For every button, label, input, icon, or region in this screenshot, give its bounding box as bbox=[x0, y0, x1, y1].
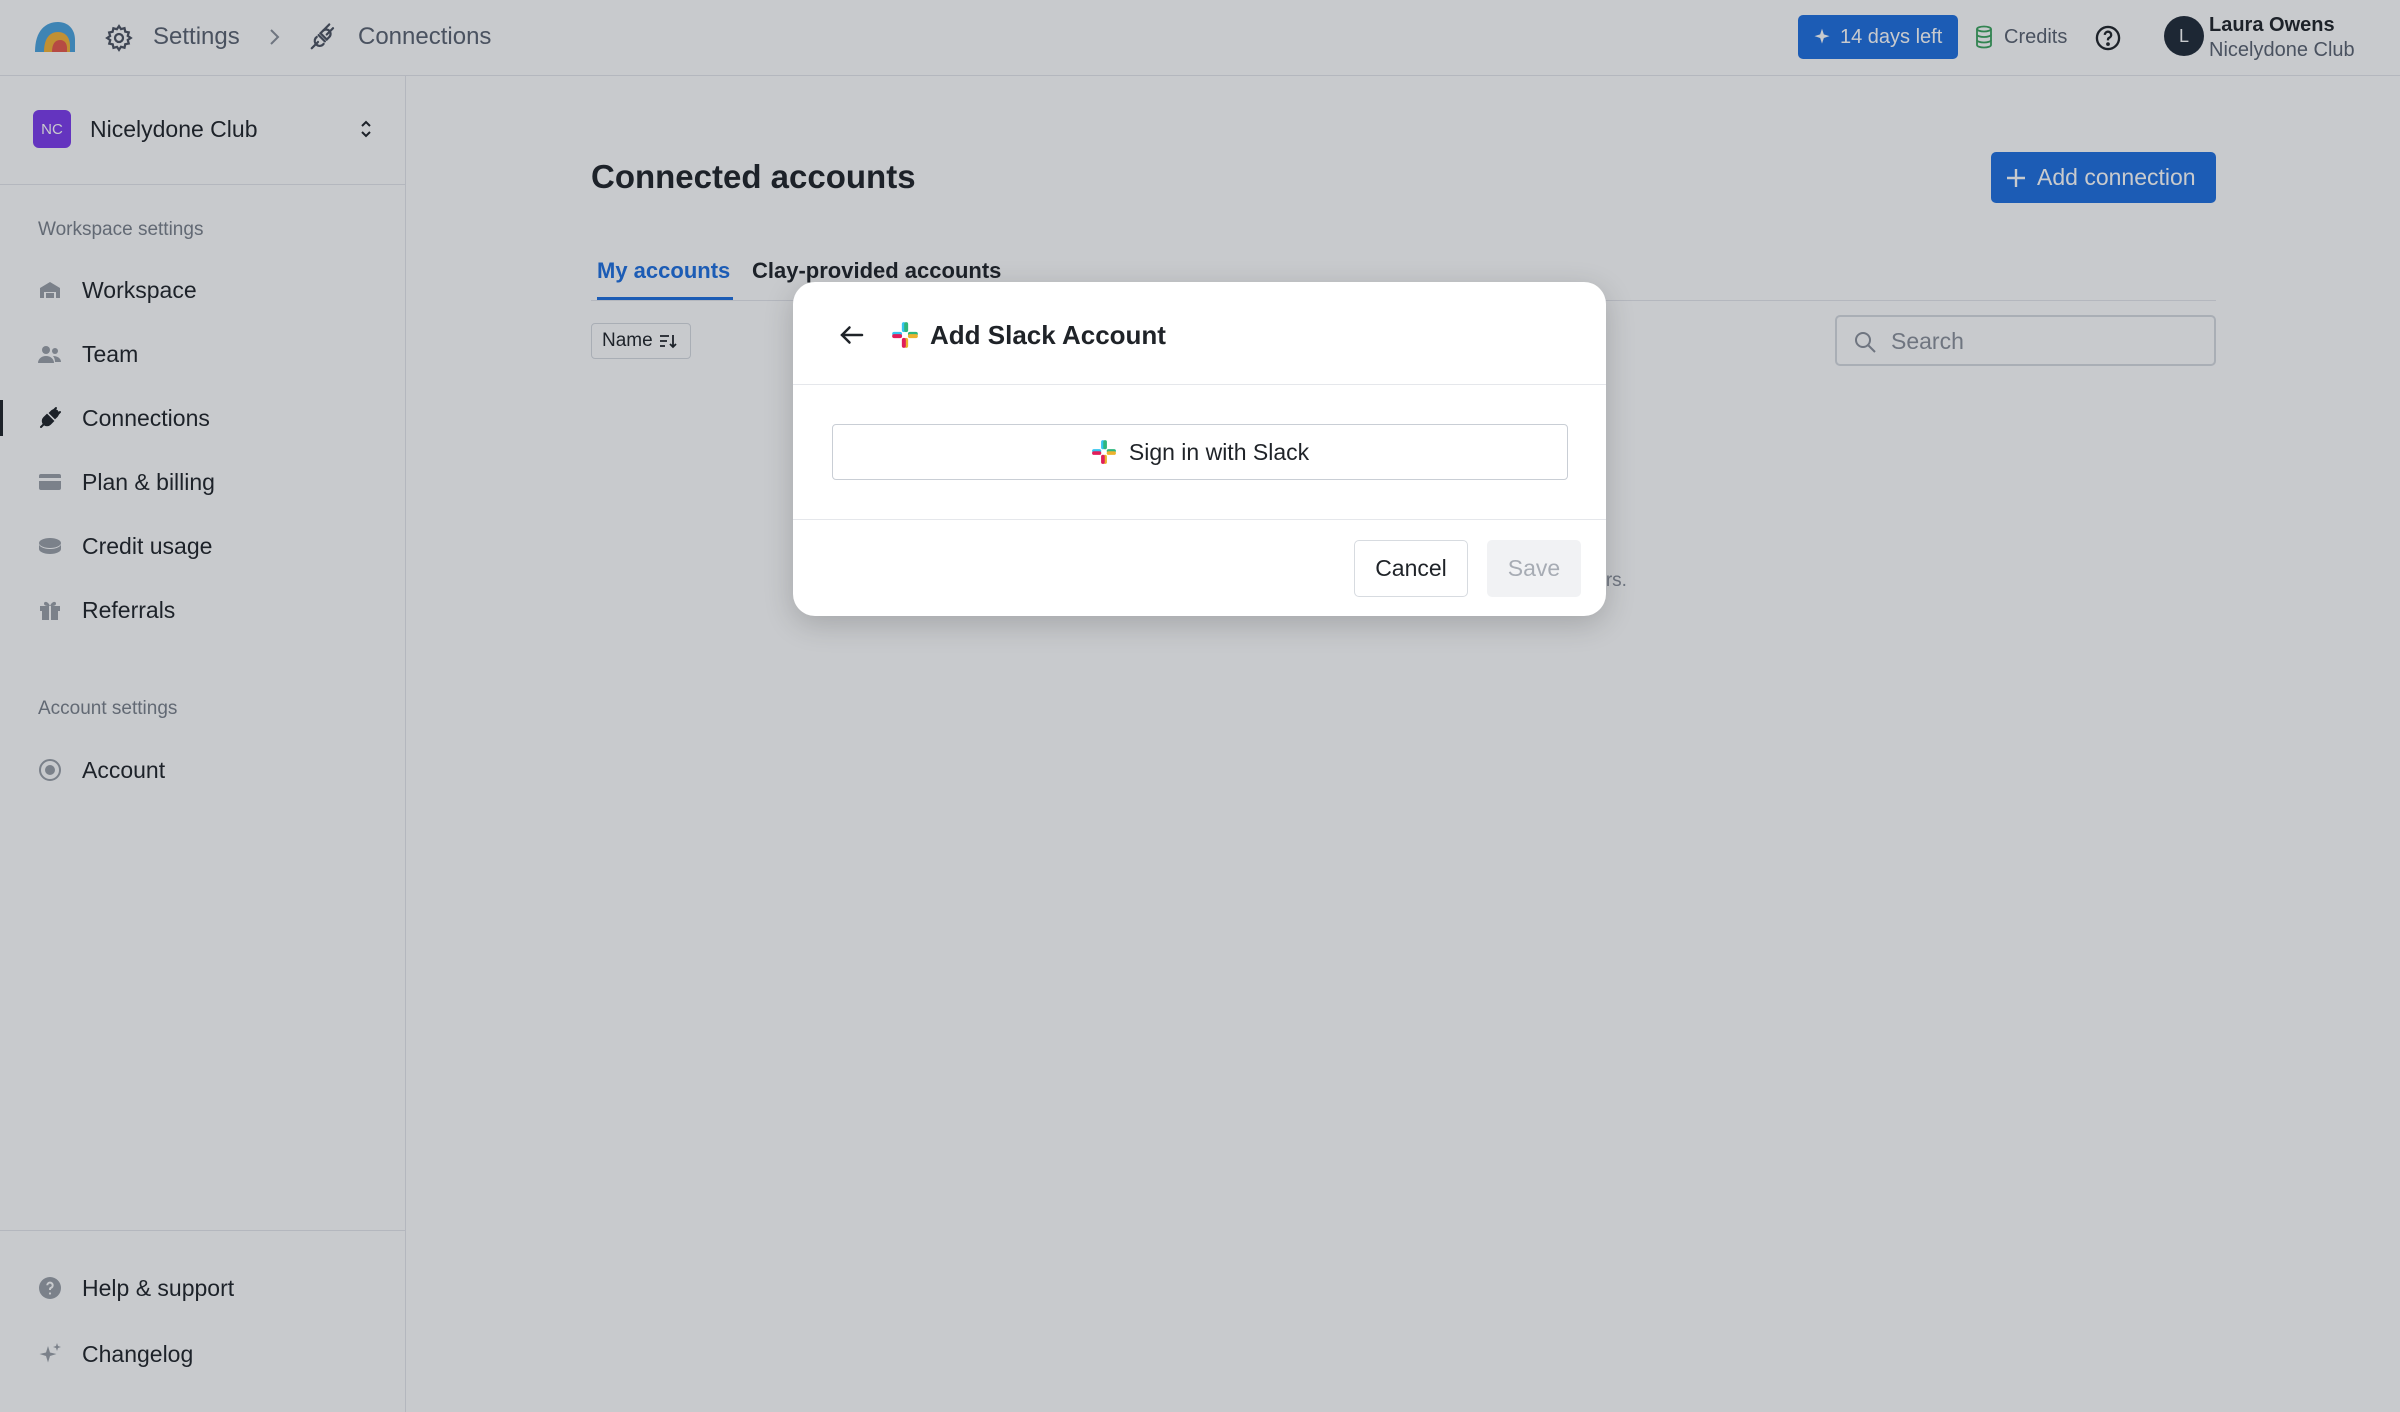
slack-logo-icon bbox=[892, 322, 918, 348]
dialog-divider bbox=[793, 519, 1606, 520]
sign-in-label: Sign in with Slack bbox=[1128, 438, 1310, 465]
dialog-divider bbox=[793, 384, 1606, 385]
back-arrow-icon[interactable] bbox=[837, 320, 867, 350]
cancel-button[interactable]: Cancel bbox=[1354, 540, 1468, 597]
modal-backdrop[interactable] bbox=[0, 0, 2400, 1412]
slack-logo-icon bbox=[1091, 440, 1116, 464]
sign-in-with-slack-button[interactable]: Sign in with Slack bbox=[832, 424, 1568, 480]
save-button[interactable]: Save bbox=[1487, 540, 1581, 597]
add-slack-account-dialog: Add Slack Account Sign in with Slack Can… bbox=[793, 282, 1606, 616]
dialog-title: Add Slack Account bbox=[930, 320, 1166, 350]
